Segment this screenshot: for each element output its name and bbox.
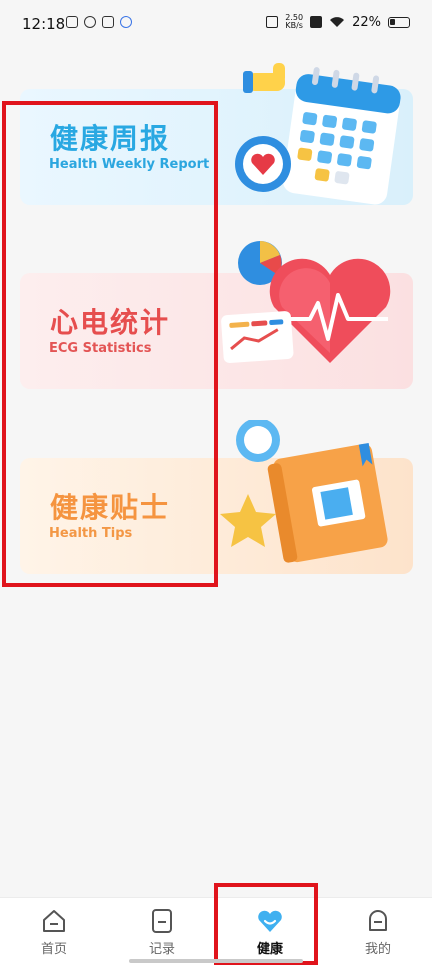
status-bar: 12:18 2.50 KB/s 22% xyxy=(0,0,432,52)
net-speed: 2.50 KB/s xyxy=(285,14,303,30)
card-title: 健康贴士 xyxy=(50,491,171,524)
ecg-heart-illustration-icon xyxy=(221,241,391,364)
health-tips-card[interactable]: 健康贴士 Health Tips xyxy=(20,420,413,574)
tiktok-notification-icon xyxy=(102,16,114,28)
home-indicator[interactable] xyxy=(129,959,303,963)
settings-notification-icon xyxy=(120,16,132,28)
tab-record[interactable]: 记录 xyxy=(108,898,216,965)
health-weekly-report-card[interactable]: 健康周报 Health Weekly Report xyxy=(20,63,413,205)
sync-notification-icon xyxy=(84,16,96,28)
tab-label: 首页 xyxy=(40,942,67,957)
tab-label: 记录 xyxy=(148,942,175,957)
ecg-statistics-card[interactable]: 心电统计 ECG Statistics xyxy=(20,241,413,389)
tab-home[interactable]: 首页 xyxy=(0,898,108,965)
calendar-illustration-icon xyxy=(235,63,401,205)
book-star-illustration-icon xyxy=(220,420,388,563)
net-speed-unit: KB/s xyxy=(285,21,303,30)
health-heart-icon xyxy=(258,910,282,932)
bottom-tab-bar: 首页 记录 健康 我的 xyxy=(0,897,432,965)
battery-percent: 22% xyxy=(352,14,381,30)
notification-icons xyxy=(66,16,132,28)
app-notification-icon xyxy=(66,16,78,28)
tab-profile[interactable]: 我的 xyxy=(324,898,432,965)
card-subtitle: ECG Statistics xyxy=(49,341,152,356)
card-title: 心电统计 xyxy=(50,306,171,339)
profile-icon xyxy=(369,910,387,931)
status-right: 2.50 KB/s 22% xyxy=(266,14,410,30)
card-subtitle: Health Tips xyxy=(49,526,133,541)
card-title: 健康周报 xyxy=(50,122,171,155)
vibrate-icon xyxy=(266,16,279,28)
battery-icon xyxy=(388,16,410,28)
home-icon xyxy=(43,910,65,932)
tab-label: 健康 xyxy=(256,942,283,957)
tab-label: 我的 xyxy=(364,942,391,957)
tab-health[interactable]: 健康 xyxy=(216,898,324,965)
wifi-icon xyxy=(330,17,345,27)
status-time: 12:18 xyxy=(22,15,66,33)
record-icon xyxy=(152,909,172,933)
card-subtitle: Health Weekly Report xyxy=(49,157,210,172)
no-sim-icon xyxy=(310,16,323,28)
